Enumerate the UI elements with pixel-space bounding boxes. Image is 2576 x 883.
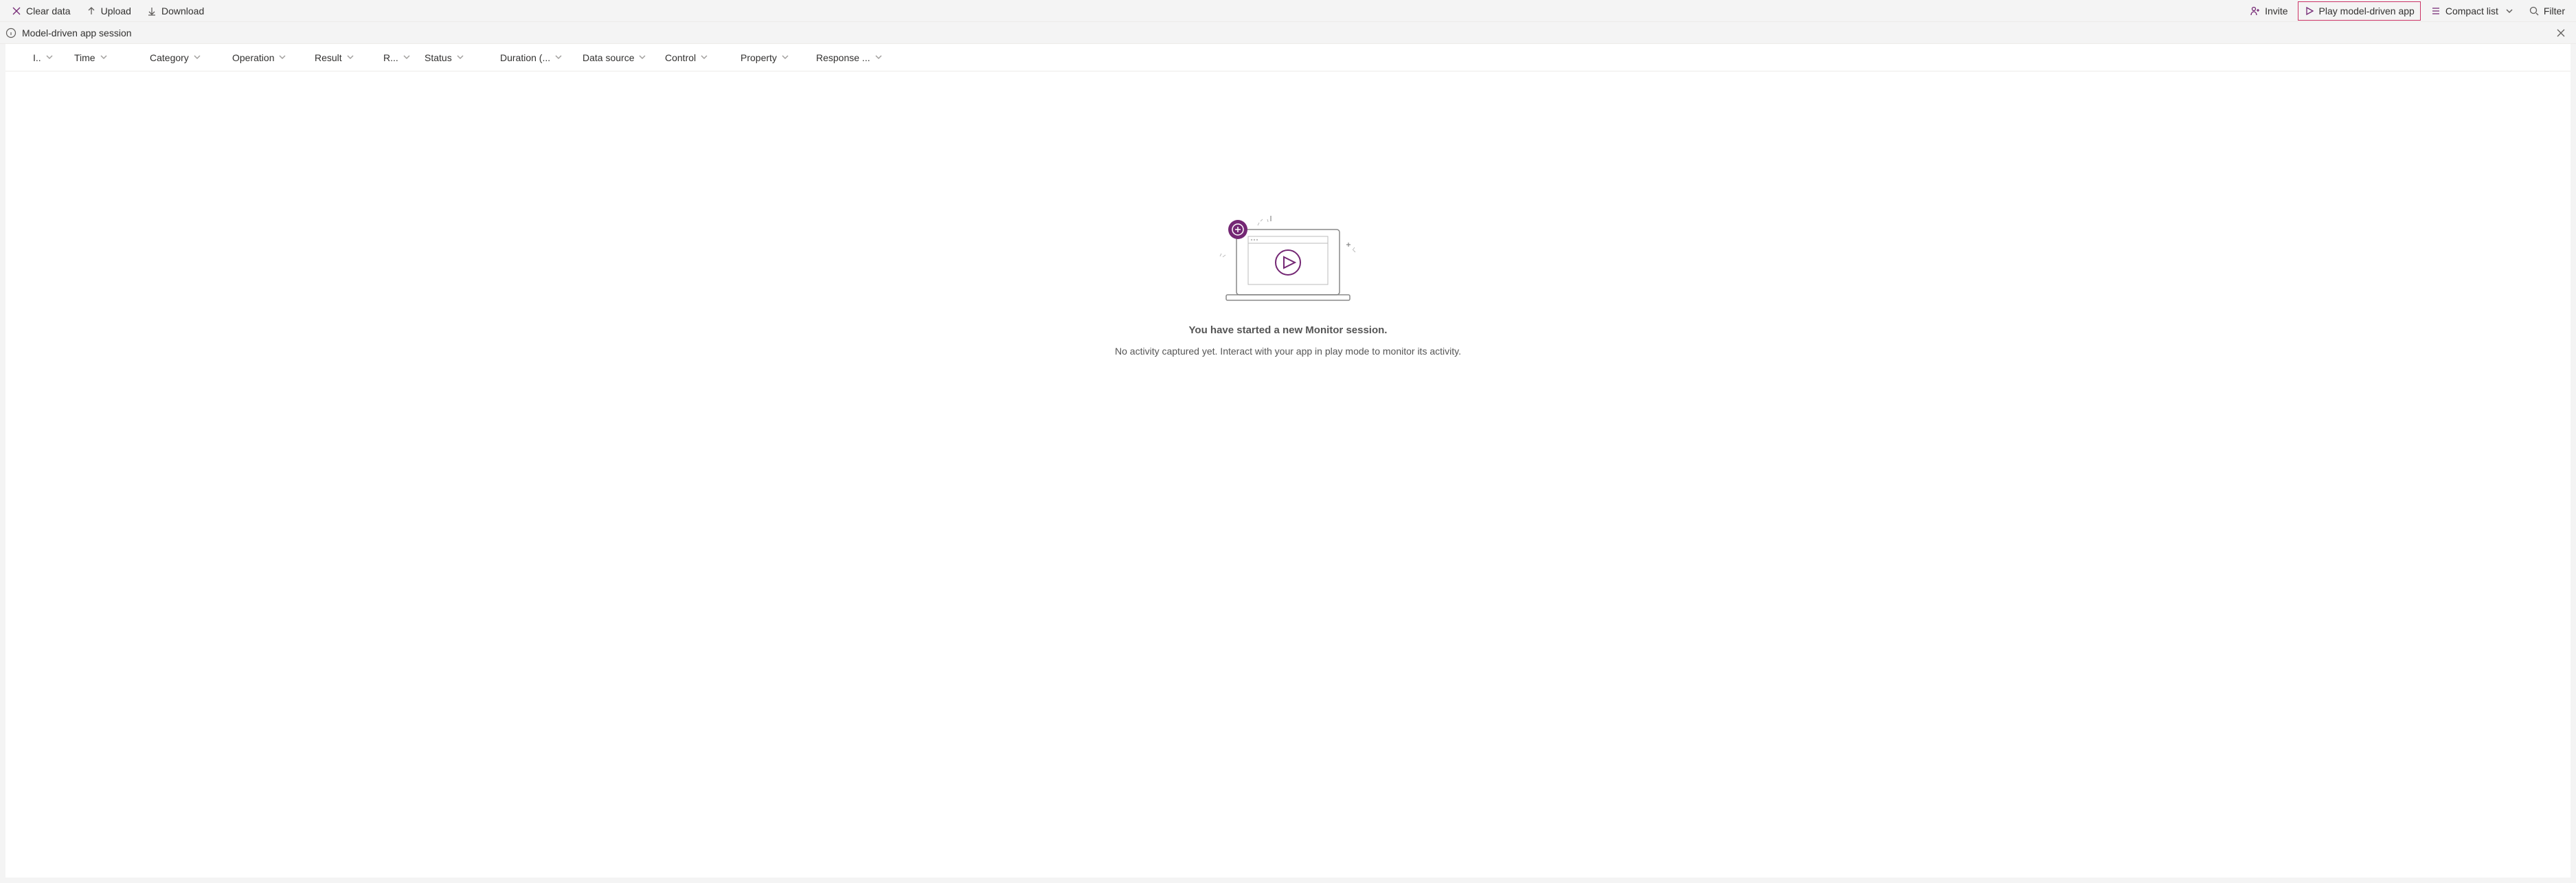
person-add-icon xyxy=(2250,5,2261,16)
download-icon xyxy=(146,5,157,16)
column-header-status[interactable]: Status xyxy=(425,52,500,63)
toolbar-right: Invite Play model-driven app Compact lis… xyxy=(2244,1,2571,21)
column-header-response[interactable]: Response ... xyxy=(816,52,899,63)
column-label: Time xyxy=(74,52,95,63)
infobar-close-button[interactable] xyxy=(2551,23,2571,43)
download-button[interactable]: Download xyxy=(141,1,210,21)
upload-label: Upload xyxy=(101,5,131,16)
column-label: Result xyxy=(315,52,342,63)
empty-subtitle: No activity captured yet. Interact with … xyxy=(1115,346,1461,357)
column-label: Response ... xyxy=(816,52,870,63)
search-icon xyxy=(2529,5,2540,16)
column-header-id[interactable]: I.. xyxy=(33,52,74,63)
column-label: Duration (... xyxy=(500,52,550,63)
column-label: Status xyxy=(425,52,452,63)
infobar-text: Model-driven app session xyxy=(22,27,132,38)
toolbar-left: Clear data Upload Download xyxy=(5,1,210,21)
play-icon xyxy=(2304,5,2315,16)
chevron-down-icon xyxy=(700,52,708,63)
empty-illustration xyxy=(1212,209,1364,312)
filter-label: Filter xyxy=(2544,5,2565,16)
column-label: Data source xyxy=(583,52,634,63)
clear-data-button[interactable]: Clear data xyxy=(5,1,76,21)
chevron-down-icon xyxy=(193,52,201,63)
chevron-down-icon xyxy=(403,52,411,63)
chevron-down-icon xyxy=(781,52,789,63)
chevron-down-icon xyxy=(346,52,354,63)
play-model-driven-app-button[interactable]: Play model-driven app xyxy=(2298,1,2421,21)
invite-button[interactable]: Invite xyxy=(2244,1,2293,21)
column-header-property[interactable]: Property xyxy=(741,52,816,63)
upload-button[interactable]: Upload xyxy=(80,1,137,21)
column-header-r[interactable]: R... xyxy=(383,52,425,63)
column-label: R... xyxy=(383,52,398,63)
chevron-down-icon xyxy=(45,52,54,63)
chevron-down-icon xyxy=(456,52,464,63)
column-label: Control xyxy=(665,52,696,63)
clear-data-label: Clear data xyxy=(26,5,71,16)
column-label: I.. xyxy=(33,52,41,63)
column-label: Category xyxy=(150,52,189,63)
column-header-duration[interactable]: Duration (... xyxy=(500,52,583,63)
toolbar: Clear data Upload Download Invite Play xyxy=(0,0,2576,22)
close-icon xyxy=(11,5,22,16)
chevron-down-icon xyxy=(278,52,286,63)
column-header-category[interactable]: Category xyxy=(150,52,232,63)
chevron-down-icon xyxy=(100,52,108,63)
table: I.. Time Category Operation Result R... … xyxy=(5,44,2571,878)
empty-state: You have started a new Monitor session. … xyxy=(5,71,2571,357)
play-app-label: Play model-driven app xyxy=(2319,5,2415,16)
chevron-down-icon xyxy=(554,52,563,63)
column-header-result[interactable]: Result xyxy=(315,52,383,63)
filter-button[interactable]: Filter xyxy=(2523,1,2571,21)
column-header-data-source[interactable]: Data source xyxy=(583,52,665,63)
upload-icon xyxy=(86,5,97,16)
chevron-down-icon xyxy=(638,52,646,63)
empty-title: You have started a new Monitor session. xyxy=(1189,324,1388,336)
column-header-control[interactable]: Control xyxy=(665,52,741,63)
close-icon xyxy=(2556,28,2566,38)
chevron-down-icon xyxy=(874,52,883,63)
download-label: Download xyxy=(161,5,204,16)
table-header: I.. Time Category Operation Result R... … xyxy=(5,44,2571,71)
infobar: Model-driven app session xyxy=(0,22,2576,44)
compact-list-button[interactable]: Compact list xyxy=(2425,1,2519,21)
column-header-time[interactable]: Time xyxy=(74,52,150,63)
compact-list-label: Compact list xyxy=(2445,5,2498,16)
invite-label: Invite xyxy=(2265,5,2287,16)
info-icon xyxy=(5,27,16,38)
column-label: Operation xyxy=(232,52,274,63)
list-icon xyxy=(2430,5,2441,16)
chevron-down-icon xyxy=(2505,7,2513,15)
column-header-operation[interactable]: Operation xyxy=(232,52,315,63)
column-label: Property xyxy=(741,52,777,63)
